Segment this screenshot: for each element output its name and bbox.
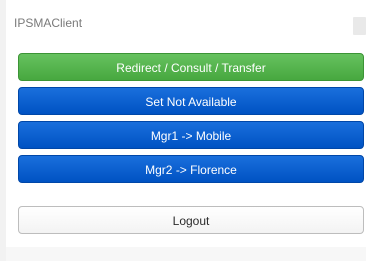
window-title: IPSMAClient [14,16,83,30]
redirect-consult-transfer-button[interactable]: Redirect / Consult / Transfer [18,53,364,81]
window-control-button[interactable] [353,17,366,35]
mgr2-florence-button[interactable]: Mgr2 -> Florence [18,155,364,183]
title-bar: IPSMAClient [6,14,366,36]
set-not-available-button[interactable]: Set Not Available [18,87,364,115]
left-border [0,0,6,261]
logout-button[interactable]: Logout [18,206,364,234]
app-window: IPSMAClient Redirect / Consult / Transfe… [0,0,366,261]
mgr1-mobile-button[interactable]: Mgr1 -> Mobile [18,121,364,149]
bottom-bar [6,247,366,261]
